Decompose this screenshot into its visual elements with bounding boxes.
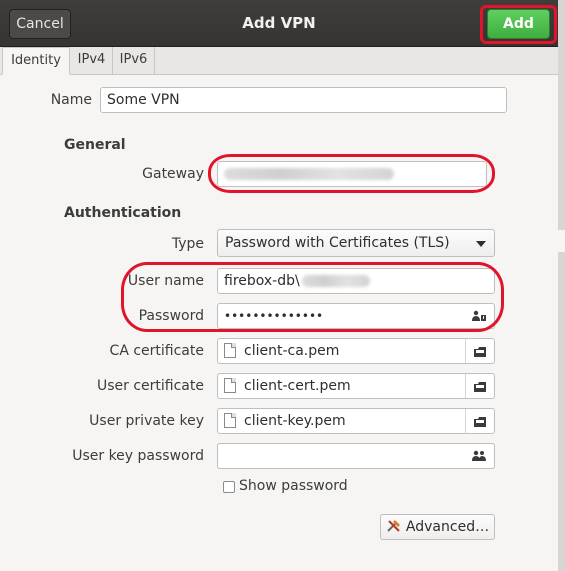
- general-heading: General: [64, 137, 126, 153]
- name-field[interactable]: Some VPN: [100, 87, 507, 113]
- file-icon: [224, 412, 236, 428]
- open-folder-icon[interactable]: [465, 409, 494, 433]
- user-private-key-chooser[interactable]: client-key.pem: [217, 408, 495, 434]
- add-vpn-dialog: Cancel Add VPN Add Identity IPv4 IPv6 Na…: [0, 0, 558, 571]
- gateway-highlight: [208, 154, 495, 193]
- background-window-edge: [558, 0, 565, 571]
- open-folder-icon[interactable]: [465, 339, 494, 363]
- key-password-options-icon[interactable]: [472, 450, 486, 462]
- tab-identity[interactable]: Identity: [2, 47, 70, 75]
- open-folder-icon[interactable]: [465, 374, 494, 398]
- header-bar: Cancel Add VPN Add: [0, 0, 558, 47]
- user-certificate-label: User certificate: [96, 378, 204, 394]
- ca-certificate-value: client-ca.pem: [244, 343, 340, 359]
- show-password-checkbox[interactable]: [223, 481, 235, 493]
- file-icon: [224, 342, 236, 358]
- add-button-highlight: [480, 5, 557, 44]
- chevron-down-icon: [476, 241, 486, 247]
- user-key-password-field[interactable]: [217, 443, 495, 469]
- user-certificate-value: client-cert.pem: [244, 378, 351, 394]
- user-private-key-value: client-key.pem: [244, 413, 346, 429]
- advanced-label: Advanced…: [405, 519, 490, 535]
- authentication-heading: Authentication: [64, 205, 182, 221]
- ca-certificate-chooser[interactable]: client-ca.pem: [217, 338, 495, 364]
- name-value: Some VPN: [107, 92, 180, 108]
- tools-icon: [387, 520, 400, 532]
- tab-ipv6[interactable]: IPv6: [113, 47, 155, 74]
- dialog-title: Add VPN: [242, 14, 316, 32]
- file-icon: [224, 377, 236, 393]
- gateway-label: Gateway: [142, 166, 204, 182]
- type-value: Password with Certificates (TLS): [225, 235, 450, 251]
- user-certificate-chooser[interactable]: client-cert.pem: [217, 373, 495, 399]
- advanced-button[interactable]: Advanced…: [380, 514, 495, 540]
- show-password-label[interactable]: Show password: [239, 478, 348, 494]
- tab-bar: Identity IPv4 IPv6: [0, 47, 558, 75]
- ca-certificate-label: CA certificate: [109, 343, 204, 359]
- tab-ipv4[interactable]: IPv4: [71, 47, 113, 74]
- credentials-highlight: [121, 262, 504, 332]
- user-private-key-label: User private key: [89, 413, 204, 429]
- type-label: Type: [171, 236, 204, 252]
- type-dropdown[interactable]: Password with Certificates (TLS): [217, 229, 495, 257]
- name-label: Name: [50, 92, 92, 108]
- background-window-field: [558, 230, 565, 252]
- user-key-password-label: User key password: [72, 448, 204, 464]
